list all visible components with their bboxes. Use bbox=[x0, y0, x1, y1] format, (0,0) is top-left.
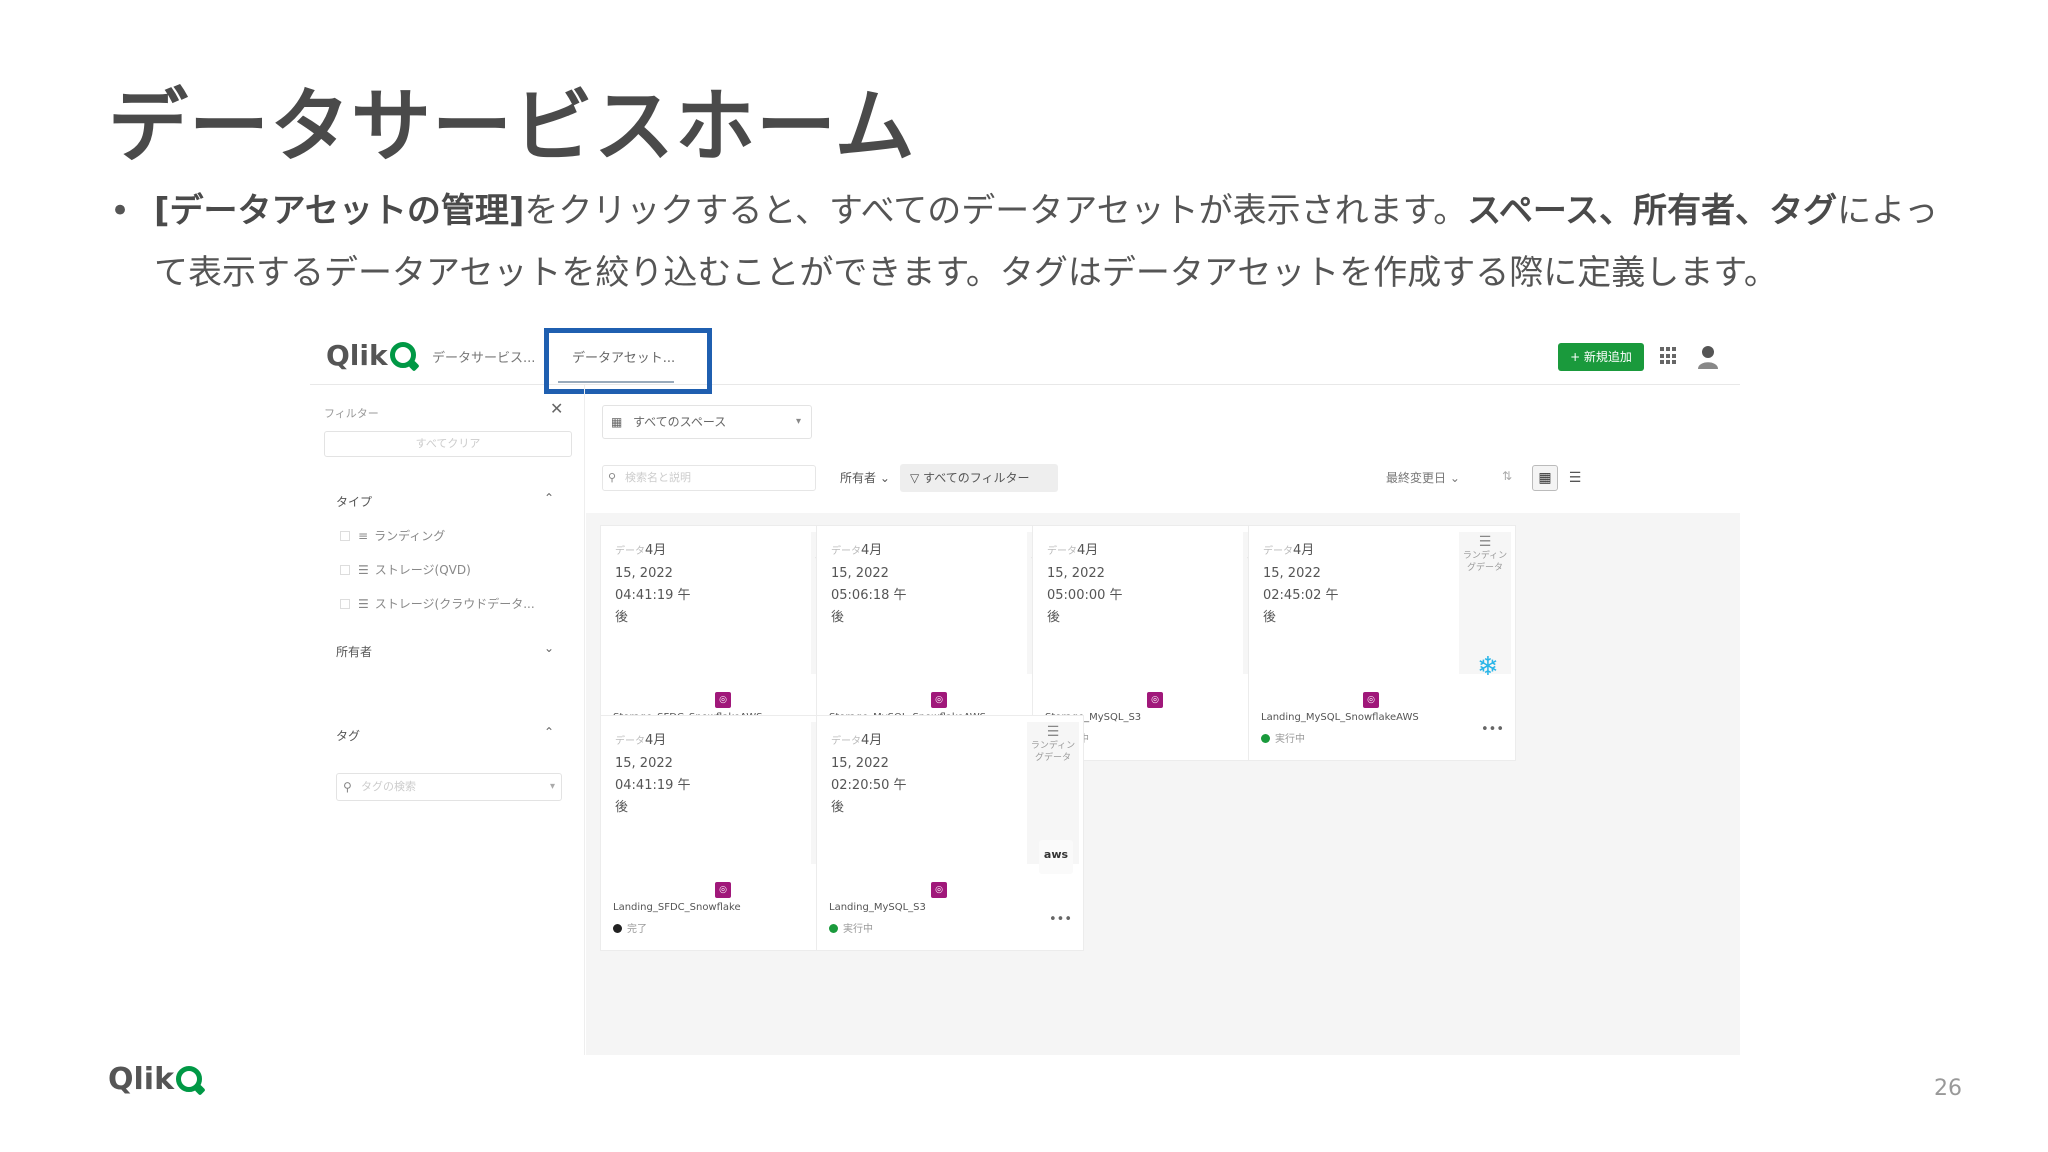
user-avatar-icon[interactable] bbox=[1695, 343, 1721, 369]
card-date-label: データ bbox=[615, 736, 645, 747]
slide-title: データサービスホーム bbox=[108, 80, 916, 173]
tab-data-services[interactable]: データサービス... bbox=[432, 347, 535, 366]
search-icon: ⚲ bbox=[343, 780, 352, 794]
asset-badge-icon: ◎ bbox=[715, 692, 731, 708]
qlik-logo: Qlik bbox=[326, 339, 416, 372]
card-date: データ4月 15, 2022 04:41:19 午後 bbox=[615, 543, 691, 625]
app-header: Qlik データサービス... データアセット... + 新規追加 bbox=[310, 325, 1740, 385]
grid-view-button[interactable]: ▦ bbox=[1532, 465, 1558, 491]
card-date-label: データ bbox=[1263, 546, 1293, 557]
list-view-button[interactable]: ☰ bbox=[1562, 465, 1588, 491]
more-options-icon[interactable]: ••• bbox=[1049, 912, 1072, 927]
card-date-label: データ bbox=[1047, 546, 1077, 557]
card-date-label: データ bbox=[615, 546, 645, 557]
sort-dropdown[interactable]: 最終変更日 ⌄ bbox=[1386, 469, 1460, 486]
owner-dropdown[interactable]: 所有者 ⌄ bbox=[840, 469, 890, 486]
filter-sidebar: フィルター ✕ すべてクリア タイプ ⌃ ≡ ランディング ☰ ストレージ(QVD)… bbox=[310, 385, 585, 1055]
snowflake-logo-icon: ❄ bbox=[1477, 652, 1499, 682]
main-content: ▦ すべてのスペース ▾ ⚲ 検索名と説明 所有者 ⌄ ▽ すべてのフィルター 最終変… bbox=[586, 385, 1740, 1055]
checkbox[interactable] bbox=[340, 565, 350, 575]
filter-heading: フィルター bbox=[324, 407, 379, 420]
search-icon: ⚲ bbox=[608, 471, 617, 484]
tag-section-label[interactable]: タグ bbox=[336, 727, 360, 744]
card-status: 完了 bbox=[613, 920, 647, 935]
card-area: データ4月15, 202204:41:19 午後☰ストレージデータ❄◎Stora… bbox=[586, 513, 1740, 1055]
card-date: データ4月 15, 2022 02:20:50 午後 bbox=[831, 733, 907, 815]
card-date-label: データ bbox=[831, 546, 861, 557]
type-section-label[interactable]: タイプ bbox=[336, 493, 372, 510]
data-asset-card[interactable]: データ4月 15, 2022 02:45:02 午後 ☰ ランディングデータ ❄ ◎ Land… bbox=[1248, 525, 1516, 761]
chevron-down-icon: ▾ bbox=[795, 416, 801, 427]
owner-section-label[interactable]: 所有者 bbox=[336, 643, 372, 660]
chevron-down-icon[interactable]: ⌄ bbox=[544, 641, 554, 655]
checkbox[interactable] bbox=[340, 531, 350, 541]
status-dot-icon bbox=[1261, 734, 1270, 743]
bullet-bold-manage: [データアセットの管理] bbox=[154, 191, 525, 231]
type-item-storage-qvd[interactable]: ☰ ストレージ(QVD) bbox=[340, 561, 471, 578]
page-number: 26 bbox=[1934, 1076, 1962, 1101]
card-name[interactable]: Landing_MySQL_SnowflakeAWS bbox=[1261, 712, 1419, 723]
chevron-up-icon[interactable]: ⌃ bbox=[544, 725, 554, 739]
data-asset-card[interactable]: データ4月 15, 2022 02:20:50 午後 ☰ ランディングデータ aws ◎ La… bbox=[816, 715, 1084, 951]
card-status: 実行中 bbox=[1261, 730, 1305, 745]
status-dot-icon bbox=[829, 924, 838, 933]
card-date: データ4月 15, 2022 02:45:02 午後 bbox=[1263, 543, 1339, 625]
filter-icon: ▽ bbox=[910, 471, 924, 485]
search-input[interactable]: ⚲ 検索名と説明 bbox=[602, 465, 816, 491]
card-date: データ4月 15, 2022 04:41:19 午後 bbox=[615, 733, 691, 815]
close-icon[interactable]: ✕ bbox=[550, 399, 563, 418]
storage-icon: ☰ bbox=[358, 563, 369, 577]
card-date-label: データ bbox=[831, 736, 861, 747]
card-name[interactable]: Landing_SFDC_Snowflake bbox=[613, 902, 741, 913]
card-date: データ4月 15, 2022 05:06:18 午後 bbox=[831, 543, 907, 625]
apps-grid-icon[interactable] bbox=[1660, 347, 1678, 365]
asset-badge-icon: ◎ bbox=[1147, 692, 1163, 708]
bullet-bold-filters: スペース、所有者、タグ bbox=[1467, 191, 1838, 231]
bullet-text-1: をクリックすると、すべてのデータアセットが表示されます。 bbox=[524, 191, 1468, 231]
aws-logo-icon: aws bbox=[1039, 840, 1073, 874]
asset-badge-icon: ◎ bbox=[931, 692, 947, 708]
checkbox[interactable] bbox=[340, 599, 350, 609]
landing-icon: ≡ bbox=[358, 529, 369, 543]
type-icon: ☰ bbox=[1478, 534, 1492, 550]
asset-badge-icon: ◎ bbox=[931, 882, 947, 898]
chevron-up-icon[interactable]: ⌃ bbox=[544, 491, 554, 505]
type-item-storage-cloud[interactable]: ☰ ストレージ(クラウドデータ... bbox=[340, 595, 535, 612]
card-status: 実行中 bbox=[829, 920, 873, 935]
asset-badge-icon: ◎ bbox=[715, 882, 731, 898]
footer-qlik-logo: Qlik bbox=[108, 1062, 203, 1097]
add-new-button[interactable]: + 新規追加 bbox=[1558, 343, 1644, 371]
card-name[interactable]: Landing_MySQL_S3 bbox=[829, 902, 926, 913]
clear-all-button[interactable]: すべてクリア bbox=[324, 431, 572, 457]
status-dot-icon bbox=[613, 924, 622, 933]
tag-search-input[interactable]: ⚲ タグの検索 ▾ bbox=[336, 773, 562, 801]
type-icon: ☰ bbox=[1046, 724, 1060, 740]
data-services-screenshot: Qlik データサービス... データアセット... + 新規追加 フィルター … bbox=[310, 325, 1740, 1055]
more-options-icon[interactable]: ••• bbox=[1481, 722, 1504, 737]
chevron-down-icon: ▾ bbox=[549, 781, 555, 792]
asset-badge-icon: ◎ bbox=[1363, 692, 1379, 708]
space-select[interactable]: ▦ すべてのスペース ▾ bbox=[602, 405, 812, 439]
grid-icon: ▦ bbox=[611, 415, 623, 429]
card-date: データ4月 15, 2022 05:00:00 午後 bbox=[1047, 543, 1123, 625]
all-filters-button[interactable]: ▽ すべてのフィルター bbox=[900, 464, 1058, 492]
type-item-landing[interactable]: ≡ ランディング bbox=[340, 527, 445, 544]
sort-order-icon[interactable]: ⇅ bbox=[1502, 469, 1512, 483]
storage-icon: ☰ bbox=[358, 597, 369, 611]
bullet-text: [データアセットの管理]をクリックすると、すべてのデータアセットが表示されます。… bbox=[154, 180, 1970, 304]
bullet-paragraph: • [データアセットの管理]をクリックすると、すべてのデータアセットが表示されま… bbox=[110, 180, 1970, 304]
bullet-dot: • bbox=[110, 191, 131, 231]
